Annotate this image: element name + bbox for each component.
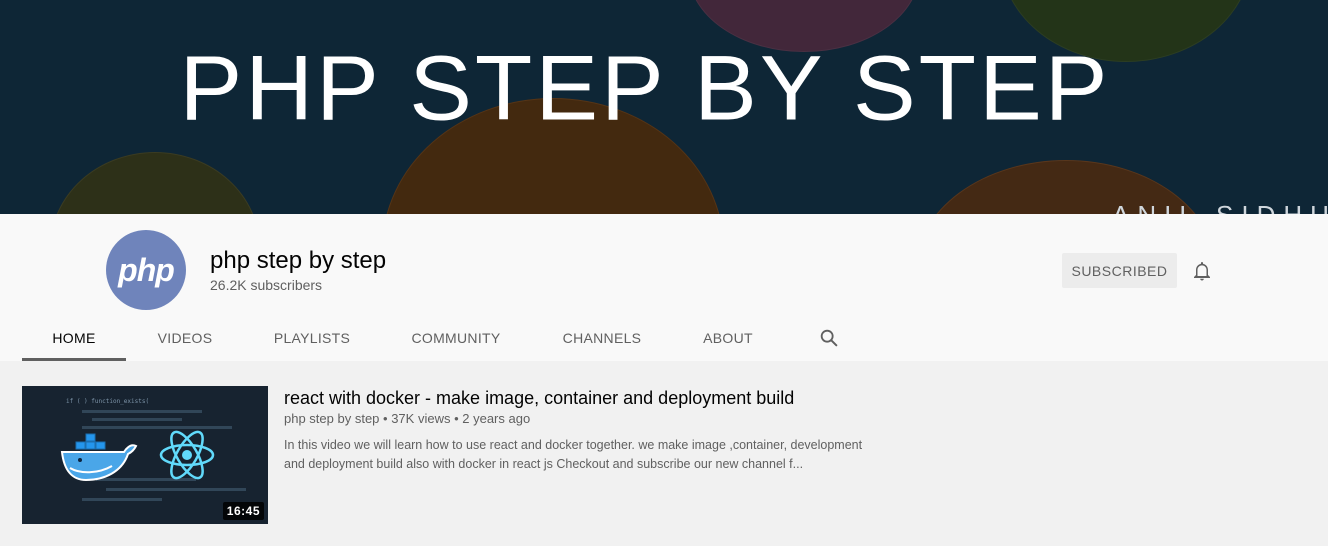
- video-description: In this video we will learn how to use r…: [284, 436, 894, 474]
- tab-label: PLAYLISTS: [273, 330, 351, 346]
- tab-label: CHANNELS: [562, 330, 642, 346]
- code-line: [82, 498, 162, 501]
- tab-videos[interactable]: VIDEOS: [134, 314, 236, 361]
- active-tab-indicator: [22, 358, 126, 361]
- channel-banner: PHP STEP BY STEP ANIL SIDHU: [0, 0, 1328, 214]
- channel-name: php step by step: [210, 247, 387, 274]
- subscribed-button[interactable]: SUBSCRIBED: [1062, 253, 1177, 288]
- video-thumbnail[interactable]: if ( ) function_exists( 16:45: [22, 386, 268, 524]
- tab-label: VIDEOS: [157, 330, 213, 346]
- channel-header: php php step by step 26.2K subscribers S…: [0, 214, 1328, 361]
- banner-circle: [50, 152, 260, 214]
- search-icon[interactable]: [818, 327, 840, 349]
- docker-whale-icon: [60, 433, 138, 482]
- react-atom-icon: [159, 430, 215, 480]
- description-line: In this video we will learn how to use r…: [284, 438, 863, 452]
- video-age: 2 years ago: [462, 411, 531, 426]
- bell-icon[interactable]: [1190, 259, 1214, 283]
- video-duration: 16:45: [222, 502, 264, 520]
- banner-signature: ANIL SIDHU: [1112, 200, 1328, 214]
- tab-home[interactable]: HOME: [22, 314, 126, 361]
- tab-about[interactable]: ABOUT: [692, 314, 764, 361]
- video-meta: php step by step • 37K views • 2 years a…: [284, 411, 530, 426]
- tab-community[interactable]: COMMUNITY: [400, 314, 512, 361]
- video-channel-name[interactable]: php step by step: [284, 411, 379, 426]
- description-line: and deployment build also with docker in…: [284, 457, 804, 471]
- subscriber-count: 26.2K subscribers: [210, 277, 323, 293]
- tab-playlists[interactable]: PLAYLISTS: [258, 314, 366, 361]
- avatar-logo-text: php: [118, 251, 175, 288]
- code-line: [82, 410, 202, 413]
- video-views: 37K views: [391, 411, 451, 426]
- code-line: [92, 418, 182, 421]
- tab-label: ABOUT: [703, 330, 753, 346]
- tab-channels[interactable]: CHANNELS: [552, 314, 652, 361]
- meta-separator: •: [383, 411, 392, 426]
- banner-title: PHP STEP BY STEP: [179, 36, 1111, 139]
- video-title[interactable]: react with docker - make image, containe…: [284, 388, 794, 409]
- tab-label: COMMUNITY: [411, 330, 501, 346]
- tab-label: HOME: [52, 330, 96, 346]
- thumbnail-code-decoration: if ( ) function_exists(: [66, 398, 150, 405]
- code-line: [106, 488, 246, 491]
- channel-avatar[interactable]: php: [106, 230, 186, 310]
